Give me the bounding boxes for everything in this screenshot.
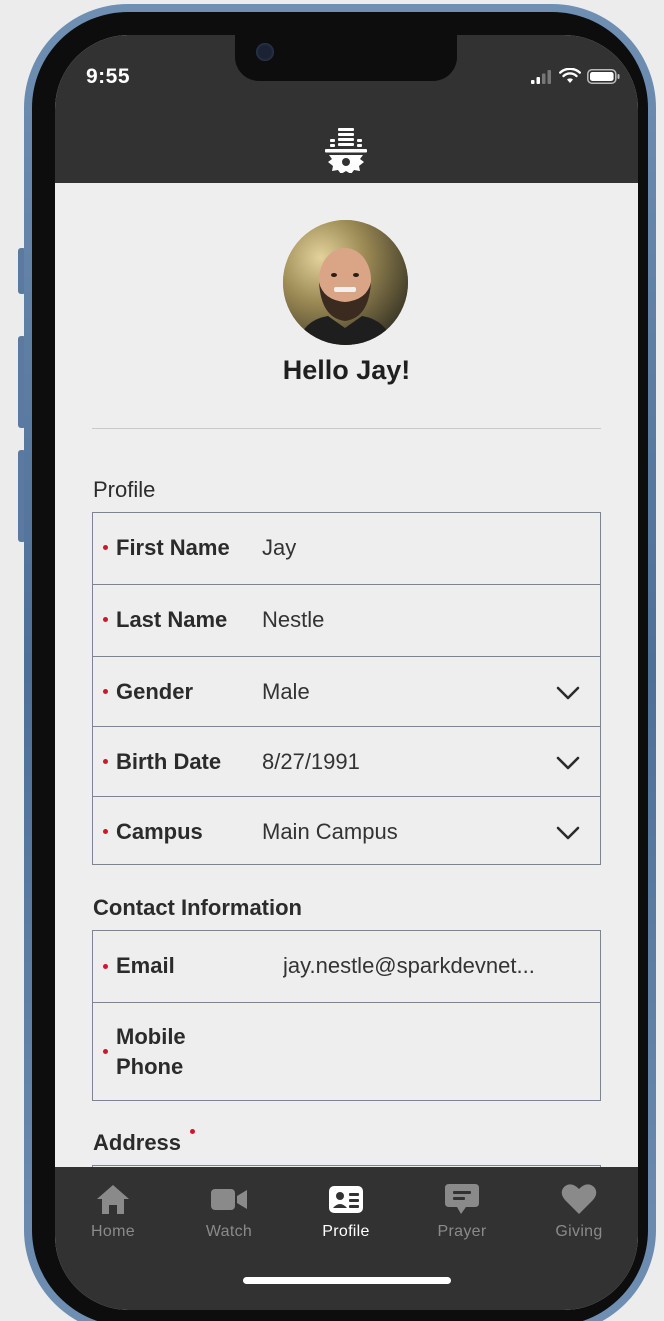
gender-value[interactable]: Male <box>262 679 310 705</box>
field-label: Email <box>116 953 175 978</box>
tab-bar: Home Watch Profile Prayer Giving <box>55 1167 638 1310</box>
email-field[interactable]: Email jay.nestle@sparkdevnet... <box>93 931 600 1003</box>
tab-label: Profile <box>322 1223 370 1240</box>
tab-watch[interactable]: Watch <box>179 1181 279 1241</box>
tab-label: Giving <box>555 1223 603 1240</box>
home-indicator[interactable] <box>243 1277 451 1284</box>
required-indicator <box>103 829 108 834</box>
mobile-phone-value[interactable] <box>283 1038 583 1067</box>
battery-icon <box>587 69 620 84</box>
last-name-field[interactable]: Last Name Nestle <box>93 585 600 657</box>
speech-bubble-icon <box>445 1184 479 1214</box>
app-logo-icon <box>325 128 367 173</box>
cellular-signal-icon <box>531 70 551 84</box>
greeting-heading: Hello Jay! <box>282 355 411 385</box>
required-indicator <box>103 689 108 694</box>
heart-icon <box>561 1184 597 1214</box>
chevron-down-icon[interactable] <box>556 685 580 701</box>
last-name-value[interactable]: Nestle <box>262 607 324 633</box>
tab-giving[interactable]: Giving <box>529 1181 629 1241</box>
front-camera <box>256 43 274 61</box>
required-indicator <box>103 1049 108 1054</box>
first-name-value[interactable]: Jay <box>262 535 296 561</box>
tab-prayer[interactable]: Prayer <box>412 1181 512 1241</box>
field-label: Phone <box>116 1054 184 1079</box>
tab-label: Prayer <box>437 1223 487 1240</box>
birth-date-value[interactable]: 8/27/1991 <box>262 749 360 775</box>
app-header: 9:55 <box>55 35 638 183</box>
tab-profile[interactable]: Profile <box>296 1181 396 1241</box>
wifi-icon <box>559 68 581 83</box>
chevron-down-icon[interactable] <box>556 825 580 841</box>
required-indicator <box>103 759 108 764</box>
required-indicator <box>190 1129 195 1134</box>
profile-section-title: Profile <box>93 477 156 502</box>
address-section-title: Address <box>93 1130 181 1156</box>
field-label: Gender <box>116 679 194 704</box>
address-label: Address <box>93 1130 182 1155</box>
email-value[interactable]: jay.nestle@sparkdevnet... <box>283 953 583 979</box>
field-label: Mobile <box>116 1024 186 1049</box>
status-time: 9:55 <box>86 65 131 88</box>
profile-content[interactable]: Hello Jay! Profile First Name Jay Last N… <box>55 183 638 1167</box>
phone-screen: 9:55 Hello Jay! Profile First Name Jay L… <box>55 35 638 1310</box>
birth-date-field[interactable]: Birth Date 8/27/1991 <box>93 727 600 797</box>
profile-form: First Name Jay Last Name Nestle Gender M… <box>92 512 601 865</box>
field-label: Birth Date <box>116 749 222 774</box>
id-card-icon <box>329 1186 363 1213</box>
mobile-phone-field[interactable]: Mobile Phone <box>93 1003 600 1100</box>
contact-section-title: Contact Information <box>93 895 302 920</box>
tab-home[interactable]: Home <box>63 1181 163 1241</box>
required-indicator <box>103 545 108 550</box>
home-icon <box>97 1185 129 1214</box>
gender-field[interactable]: Gender Male <box>93 657 600 727</box>
first-name-field[interactable]: First Name Jay <box>93 513 600 585</box>
tab-label: Home <box>91 1223 135 1240</box>
divider <box>92 428 601 429</box>
field-label: Last Name <box>116 607 228 632</box>
stage: 9:55 Hello Jay! Profile First Name Jay L… <box>0 0 664 1321</box>
campus-field[interactable]: Campus Main Campus <box>93 797 600 864</box>
required-indicator <box>103 964 108 969</box>
field-label: Campus <box>116 819 203 844</box>
contact-form: Email jay.nestle@sparkdevnet... Mobile P… <box>92 930 601 1101</box>
required-indicator <box>103 617 108 622</box>
status-icons <box>531 68 620 84</box>
tab-label: Watch <box>205 1223 253 1240</box>
video-camera-icon <box>211 1189 247 1210</box>
avatar[interactable] <box>283 220 408 345</box>
avatar-photo <box>283 220 408 345</box>
chevron-down-icon[interactable] <box>556 755 580 771</box>
field-label: First Name <box>116 535 230 560</box>
campus-value[interactable]: Main Campus <box>262 819 398 845</box>
